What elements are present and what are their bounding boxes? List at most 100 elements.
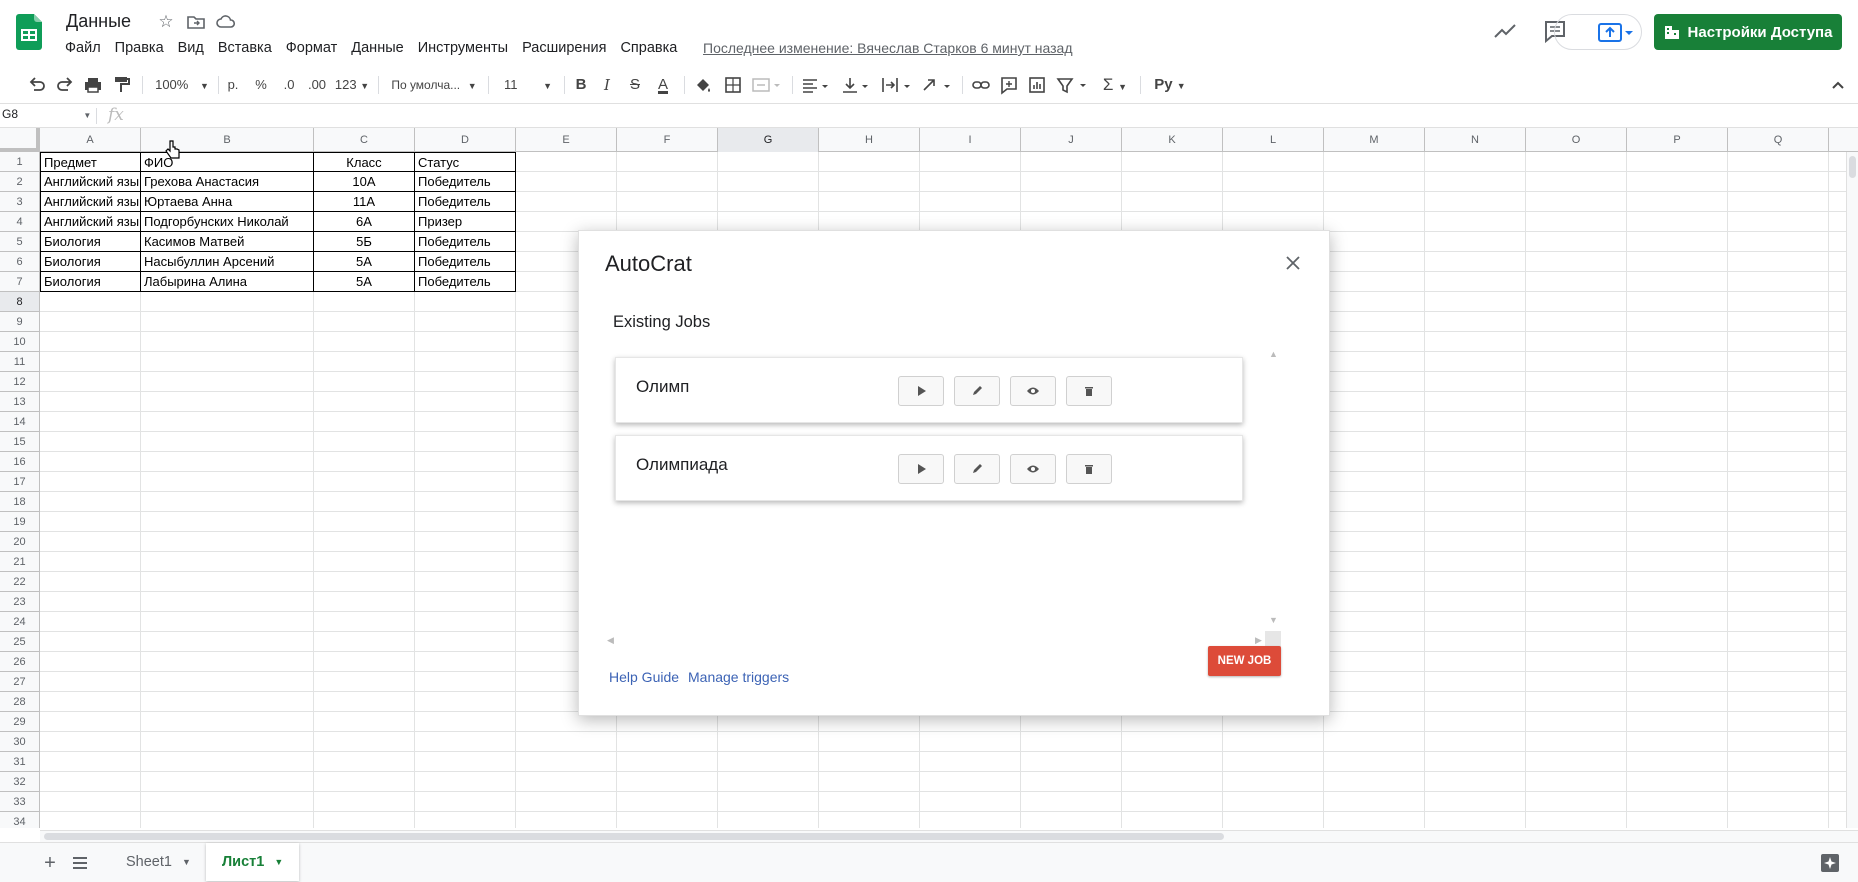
- menu-insert[interactable]: Вставка: [211, 38, 279, 60]
- font-size-select[interactable]: 11 ▼: [498, 74, 556, 96]
- table-cell[interactable]: Английский язык: [40, 192, 141, 212]
- table-cell[interactable]: Биология: [40, 252, 141, 272]
- sheets-logo-icon[interactable]: [16, 14, 42, 50]
- column-header-h[interactable]: H: [819, 128, 920, 152]
- filter-icon[interactable]: [1054, 74, 1090, 96]
- horizontal-scroll-thumb[interactable]: [44, 833, 1224, 840]
- sheet-tab-list1[interactable]: Лист1 ▼: [206, 843, 300, 881]
- menu-help[interactable]: Справка: [613, 38, 684, 60]
- table-cell[interactable]: 11А: [314, 192, 415, 212]
- column-header-l[interactable]: L: [1223, 128, 1324, 152]
- print-icon[interactable]: [82, 74, 104, 96]
- table-cell[interactable]: 5А: [314, 252, 415, 272]
- trending-icon[interactable]: [1492, 18, 1518, 44]
- row-header-10[interactable]: 10: [0, 332, 40, 352]
- table-cell[interactable]: Грехова Анастасия: [141, 172, 314, 192]
- column-header-n[interactable]: N: [1425, 128, 1526, 152]
- row-header-3[interactable]: 3: [0, 192, 40, 212]
- header-cell-status[interactable]: Статус: [415, 152, 516, 172]
- row-header-12[interactable]: 12: [0, 372, 40, 392]
- run-job-button[interactable]: [898, 376, 944, 406]
- column-header-d[interactable]: D: [415, 128, 516, 152]
- row-header-27[interactable]: 27: [0, 672, 40, 692]
- italic-button[interactable]: I: [598, 74, 616, 96]
- vertical-scrollbar[interactable]: [1846, 152, 1858, 828]
- menu-file[interactable]: Файл: [58, 38, 108, 60]
- redo-icon[interactable]: [54, 74, 76, 96]
- row-header-13[interactable]: 13: [0, 392, 40, 412]
- row-header-15[interactable]: 15: [0, 432, 40, 452]
- row-header-11[interactable]: 11: [0, 352, 40, 372]
- scroll-right-icon[interactable]: ▶: [1255, 635, 1262, 646]
- functions-button[interactable]: Σ ▼: [1098, 74, 1132, 96]
- bold-button[interactable]: B: [572, 74, 590, 96]
- table-cell[interactable]: Касимов Матвей: [141, 232, 314, 252]
- vertical-align-icon[interactable]: [840, 74, 872, 96]
- column-header-a[interactable]: A: [40, 128, 141, 152]
- table-cell[interactable]: Юртаева Анна: [141, 192, 314, 212]
- row-header-32[interactable]: 32: [0, 772, 40, 792]
- row-header-1[interactable]: 1: [0, 152, 40, 172]
- addon-button[interactable]: Рy ▼: [1150, 74, 1190, 96]
- table-cell[interactable]: 10А: [314, 172, 415, 192]
- undo-icon[interactable]: [26, 74, 48, 96]
- scroll-down-icon[interactable]: ▼: [1269, 615, 1278, 625]
- row-header-20[interactable]: 20: [0, 532, 40, 552]
- column-header-k[interactable]: K: [1122, 128, 1223, 152]
- row-header-23[interactable]: 23: [0, 592, 40, 612]
- close-icon[interactable]: [1281, 251, 1305, 275]
- table-cell[interactable]: Биология: [40, 232, 141, 252]
- manage-triggers-link[interactable]: Manage triggers: [688, 669, 789, 685]
- column-header-c[interactable]: C: [314, 128, 415, 152]
- text-wrap-icon[interactable]: [880, 74, 914, 96]
- collapse-toolbar-icon[interactable]: [1828, 74, 1848, 96]
- table-cell[interactable]: 5А: [314, 272, 415, 292]
- sheet-tab-sheet1[interactable]: Sheet1 ▼: [110, 843, 207, 881]
- scroll-up-icon[interactable]: ▲: [1269, 349, 1278, 359]
- insert-chart-icon[interactable]: [1026, 74, 1048, 96]
- job-list[interactable]: ▲ ▼ ◀ ▶ Олимп Олимпиада: [603, 349, 1303, 679]
- column-header-j[interactable]: J: [1021, 128, 1122, 152]
- new-job-button[interactable]: NEW JOB: [1208, 646, 1281, 676]
- row-header-21[interactable]: 21: [0, 552, 40, 572]
- star-icon[interactable]: ☆: [156, 12, 176, 32]
- header-cell-class[interactable]: Класс: [314, 152, 415, 172]
- row-header-22[interactable]: 22: [0, 572, 40, 592]
- row-header-16[interactable]: 16: [0, 452, 40, 472]
- table-cell[interactable]: Победитель: [415, 192, 516, 212]
- table-cell[interactable]: Победитель: [415, 172, 516, 192]
- row-header-28[interactable]: 28: [0, 692, 40, 712]
- present-button[interactable]: [1554, 14, 1642, 50]
- row-header-7[interactable]: 7: [0, 272, 40, 292]
- insert-link-icon[interactable]: [970, 74, 992, 96]
- edit-job-button[interactable]: [954, 376, 1000, 406]
- column-header-p[interactable]: P: [1627, 128, 1728, 152]
- text-color-button[interactable]: A: [652, 74, 674, 96]
- table-cell[interactable]: Подгорбунских Николай: [141, 212, 314, 232]
- menu-format[interactable]: Формат: [279, 38, 345, 60]
- row-header-5[interactable]: 5: [0, 232, 40, 252]
- share-button[interactable]: Настройки Доступа: [1654, 14, 1842, 50]
- row-header-4[interactable]: 4: [0, 212, 40, 232]
- menu-data[interactable]: Данные: [344, 38, 410, 60]
- preview-job-button[interactable]: [1010, 454, 1056, 484]
- row-header-8[interactable]: 8: [0, 292, 40, 312]
- menu-view[interactable]: Вид: [171, 38, 211, 60]
- column-header-m[interactable]: M: [1324, 128, 1425, 152]
- table-cell[interactable]: Английский язык: [40, 172, 141, 192]
- table-cell[interactable]: Победитель: [415, 252, 516, 272]
- document-title[interactable]: Данные: [66, 11, 131, 32]
- row-header-18[interactable]: 18: [0, 492, 40, 512]
- scroll-left-icon[interactable]: ◀: [607, 635, 614, 646]
- column-header-q[interactable]: Q: [1728, 128, 1829, 152]
- row-header-30[interactable]: 30: [0, 732, 40, 752]
- table-cell[interactable]: Победитель: [415, 272, 516, 292]
- formula-input[interactable]: [140, 107, 1840, 125]
- merge-cells-icon[interactable]: [750, 74, 782, 96]
- increase-decimal-button[interactable]: .00: [304, 74, 330, 96]
- header-cell-subject[interactable]: Предмет: [40, 152, 141, 172]
- row-header-2[interactable]: 2: [0, 172, 40, 192]
- table-cell[interactable]: 6А: [314, 212, 415, 232]
- column-header-e[interactable]: E: [516, 128, 617, 152]
- row-header-25[interactable]: 25: [0, 632, 40, 652]
